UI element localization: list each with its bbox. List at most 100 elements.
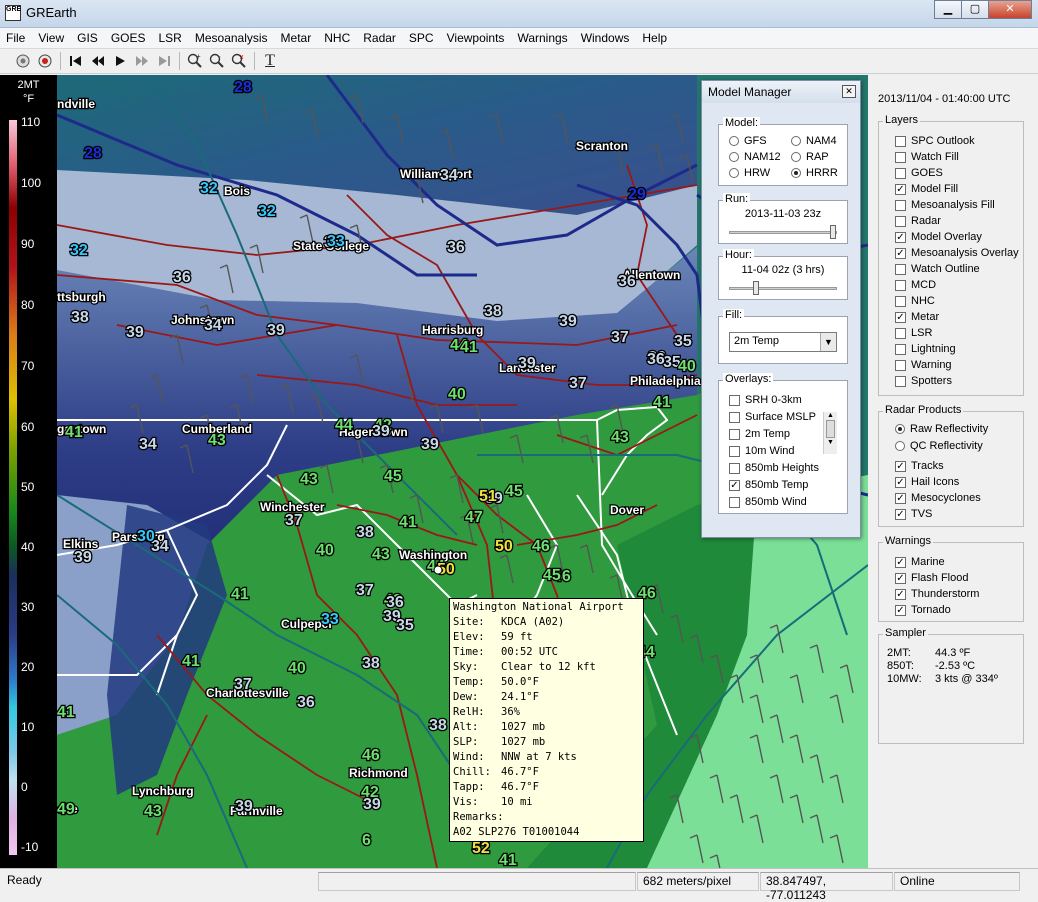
menu-viewpoints[interactable]: Viewpoints: [447, 31, 505, 45]
menu-help[interactable]: Help: [642, 31, 667, 45]
first-frame-icon[interactable]: [65, 51, 87, 71]
zoom-out-icon[interactable]: -: [206, 51, 228, 71]
checkbox[interactable]: ✓: [895, 476, 906, 488]
prev-frame-icon[interactable]: [87, 51, 109, 71]
layer-item[interactable]: Watch Outline: [895, 263, 980, 275]
menu-nhc[interactable]: NHC: [324, 31, 350, 45]
layer-item[interactable]: ✓ Mesoanalysis Overlay: [895, 247, 1019, 259]
layer-item[interactable]: LSR: [895, 327, 932, 339]
warning-item[interactable]: ✓ Tornado: [895, 604, 951, 616]
station-marker-kdca[interactable]: [433, 565, 443, 575]
scroll-up-icon[interactable]: ▲: [824, 412, 837, 419]
layer-item[interactable]: Spotters: [895, 375, 952, 387]
maximize-button[interactable]: ▢: [961, 0, 989, 19]
radio-button[interactable]: [729, 136, 739, 146]
menu-gis[interactable]: GIS: [77, 31, 98, 45]
radar-option[interactable]: ✓ TVS: [895, 508, 932, 520]
next-frame-icon[interactable]: [131, 51, 153, 71]
minimize-button[interactable]: ▁: [934, 0, 962, 19]
menu-warnings[interactable]: Warnings: [517, 31, 567, 45]
chevron-down-icon[interactable]: ▼: [820, 333, 836, 351]
model-radio-hrw[interactable]: HRW: [729, 167, 770, 179]
radio-button[interactable]: [895, 424, 905, 434]
radar-option[interactable]: ✓ Hail Icons: [895, 476, 959, 488]
radio-button[interactable]: [729, 152, 739, 162]
checkbox[interactable]: ✓: [895, 247, 906, 259]
layer-item[interactable]: ✓ Model Fill: [895, 183, 958, 195]
warning-item[interactable]: ✓ Marine: [895, 556, 945, 568]
checkbox[interactable]: ✓: [895, 588, 906, 600]
checkbox[interactable]: [895, 215, 906, 227]
layer-item[interactable]: Radar: [895, 215, 941, 227]
checkbox[interactable]: [895, 359, 906, 371]
menu-metar[interactable]: Metar: [281, 31, 312, 45]
layer-item[interactable]: GOES: [895, 167, 943, 179]
title-bar[interactable]: GRE GREarth ▁ ▢ ✕: [0, 0, 1038, 28]
checkbox[interactable]: ✓: [895, 311, 906, 323]
layer-item[interactable]: Mesoanalysis Fill: [895, 199, 995, 211]
menu-windows[interactable]: Windows: [581, 31, 630, 45]
model-radio-nam12[interactable]: NAM12: [729, 151, 781, 163]
hour-slider-track[interactable]: [729, 287, 837, 290]
overlay-item[interactable]: 10m Wind: [729, 445, 795, 457]
radio-button[interactable]: [791, 168, 801, 178]
checkbox[interactable]: ✓: [729, 479, 740, 491]
close-button[interactable]: ✕: [988, 0, 1032, 19]
overlay-item[interactable]: 850mb Heights: [729, 462, 819, 474]
zoom-reset-icon[interactable]: x: [228, 51, 250, 71]
checkbox[interactable]: [729, 411, 740, 423]
layer-item[interactable]: ✓ Metar: [895, 311, 939, 323]
checkbox[interactable]: [895, 135, 906, 147]
layer-item[interactable]: MCD: [895, 279, 936, 291]
menu-radar[interactable]: Radar: [363, 31, 396, 45]
checkbox[interactable]: [729, 496, 740, 508]
checkbox[interactable]: ✓: [895, 556, 906, 568]
scroll-thumb[interactable]: [826, 420, 835, 438]
checkbox[interactable]: [895, 375, 906, 387]
checkbox[interactable]: [729, 462, 740, 474]
checkbox[interactable]: [895, 263, 906, 275]
checkbox[interactable]: [895, 167, 906, 179]
overlay-item[interactable]: ✓ 850mb Temp: [729, 479, 808, 491]
radio-button[interactable]: [791, 152, 801, 162]
checkbox[interactable]: ✓: [895, 508, 906, 520]
radar-option[interactable]: ✓ Mesocyclones: [895, 492, 981, 504]
checkbox[interactable]: ✓: [895, 492, 906, 504]
run-slider-track[interactable]: [729, 231, 837, 234]
layer-item[interactable]: Watch Fill: [895, 151, 959, 163]
warning-item[interactable]: ✓ Flash Flood: [895, 572, 968, 584]
run-slider-thumb[interactable]: [830, 225, 836, 239]
checkbox[interactable]: ✓: [895, 604, 906, 616]
checkbox[interactable]: [895, 295, 906, 307]
checkbox[interactable]: ✓: [895, 231, 906, 243]
menu-goes[interactable]: GOES: [111, 31, 146, 45]
checkbox[interactable]: [729, 428, 740, 440]
zoom-in-icon[interactable]: +: [184, 51, 206, 71]
radio-button[interactable]: [895, 441, 905, 451]
last-frame-icon[interactable]: [153, 51, 175, 71]
warning-item[interactable]: ✓ Thunderstorm: [895, 588, 979, 600]
checkbox[interactable]: [895, 343, 906, 355]
model-manager-titlebar[interactable]: Model Manager ✕: [702, 81, 860, 103]
text-tool-icon[interactable]: T: [259, 51, 281, 71]
checkbox[interactable]: ✓: [895, 183, 906, 195]
checkbox[interactable]: [895, 151, 906, 163]
checkbox[interactable]: [895, 327, 906, 339]
menu-file[interactable]: File: [6, 31, 25, 45]
model-manager-close-button[interactable]: ✕: [842, 85, 856, 98]
layer-item[interactable]: NHC: [895, 295, 935, 307]
layer-item[interactable]: Warning: [895, 359, 952, 371]
checkbox[interactable]: [895, 279, 906, 291]
checkbox[interactable]: ✓: [895, 572, 906, 584]
scroll-down-icon[interactable]: ▼: [824, 439, 837, 446]
menu-lsr[interactable]: LSR: [159, 31, 182, 45]
menu-spc[interactable]: SPC: [409, 31, 434, 45]
checkbox[interactable]: [729, 394, 740, 406]
model-radio-rap[interactable]: RAP: [791, 151, 829, 163]
overlay-item[interactable]: Surface MSLP: [729, 411, 816, 423]
menu-mesoanalysis[interactable]: Mesoanalysis: [195, 31, 268, 45]
play-icon[interactable]: [109, 51, 131, 71]
model-radio-gfs[interactable]: GFS: [729, 135, 767, 147]
overlay-item[interactable]: SRH 0-3km: [729, 394, 802, 406]
layer-item[interactable]: ✓ Model Overlay: [895, 231, 982, 243]
